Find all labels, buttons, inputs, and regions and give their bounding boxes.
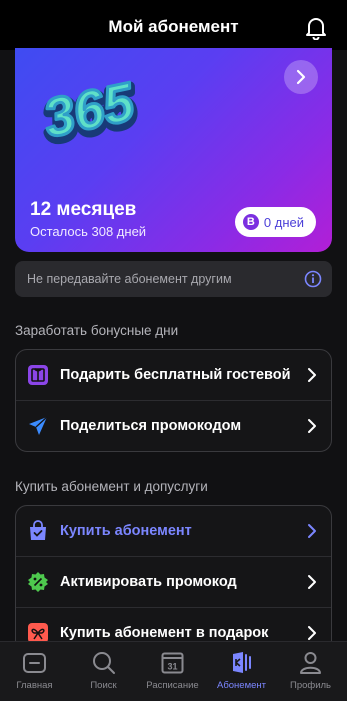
chevron-right-icon <box>308 626 316 640</box>
calendar-icon: 31 <box>161 652 184 674</box>
send-icon <box>29 416 48 435</box>
discount-icon <box>28 572 48 592</box>
gift-guest-pass-label: Подарить бесплатный гостевой <box>60 367 291 383</box>
buy-actions-list: Купить абонемент Активировать промокод К… <box>15 505 332 659</box>
chevron-right-icon <box>308 524 316 538</box>
365-logo: 365 365 <box>35 70 146 156</box>
tab-home[interactable]: Главная <box>0 642 69 701</box>
tab-membership-label: Абонемент <box>216 680 266 691</box>
buy-membership-item[interactable]: Купить абонемент <box>16 506 331 557</box>
home-icon <box>23 653 46 673</box>
tab-profile-label: Профиль <box>289 680 331 691</box>
gift-icon <box>28 365 48 385</box>
days-remaining: Осталось 308 дней <box>30 224 147 239</box>
activate-promo-label: Активировать промокод <box>60 574 237 590</box>
profile-icon <box>300 652 321 674</box>
info-icon[interactable] <box>304 270 322 288</box>
tab-schedule-label: Расписание <box>146 680 199 691</box>
card-open-button[interactable] <box>284 60 318 94</box>
gift-membership-label: Купить абонемент в подарок <box>60 625 269 641</box>
bonus-days-value: 0 дней <box>263 214 304 230</box>
tab-home-label: Главная <box>16 680 53 691</box>
share-warning-notice: Не передавайте абонемент другим <box>15 261 332 297</box>
search-icon <box>93 652 115 674</box>
gift-guest-pass-item[interactable]: Подарить бесплатный гостевой <box>16 350 331 401</box>
tab-profile[interactable]: Профиль <box>276 642 345 701</box>
chevron-right-icon <box>296 69 306 85</box>
tab-schedule[interactable]: 31 Расписание <box>138 642 207 701</box>
buy-section-title: Купить абонемент и допуслуги <box>15 479 208 494</box>
svg-text:31: 31 <box>167 662 177 672</box>
tab-search-label: Поиск <box>90 680 117 691</box>
bonus-days-badge[interactable]: B 0 дней <box>234 207 316 237</box>
chevron-right-icon <box>308 575 316 589</box>
tab-search[interactable]: Поиск <box>69 642 138 701</box>
chevron-right-icon <box>308 419 316 433</box>
tab-membership[interactable]: Абонемент <box>207 642 276 701</box>
bonus-section-title: Заработать бонусные дни <box>15 323 179 338</box>
bonus-coin-icon: B <box>242 214 259 230</box>
bottom-tab-bar: Главная Поиск 31 Расписание Абонемент Пр… <box>0 641 347 701</box>
activate-promo-item[interactable]: Активировать промокод <box>16 557 331 608</box>
chevron-right-icon <box>308 368 316 382</box>
membership-icon <box>233 652 251 673</box>
notice-text: Не передавайте абонемент другим <box>27 272 232 286</box>
bell-icon[interactable] <box>303 14 329 40</box>
bonus-actions-list: Подарить бесплатный гостевой Поделиться … <box>15 349 332 452</box>
share-promo-label: Поделиться промокодом <box>60 418 242 434</box>
page-title: Мой абонемент <box>108 17 239 36</box>
share-promo-item[interactable]: Поделиться промокодом <box>16 401 331 451</box>
shopping-bag-icon <box>30 520 46 540</box>
buy-membership-label: Купить абонемент <box>60 523 192 539</box>
membership-duration: 12 месяцев <box>30 199 137 220</box>
membership-card[interactable]: 365 365 12 месяцев Осталось 308 дней B 0… <box>15 48 332 252</box>
top-bar: Мой абонемент <box>0 0 347 50</box>
